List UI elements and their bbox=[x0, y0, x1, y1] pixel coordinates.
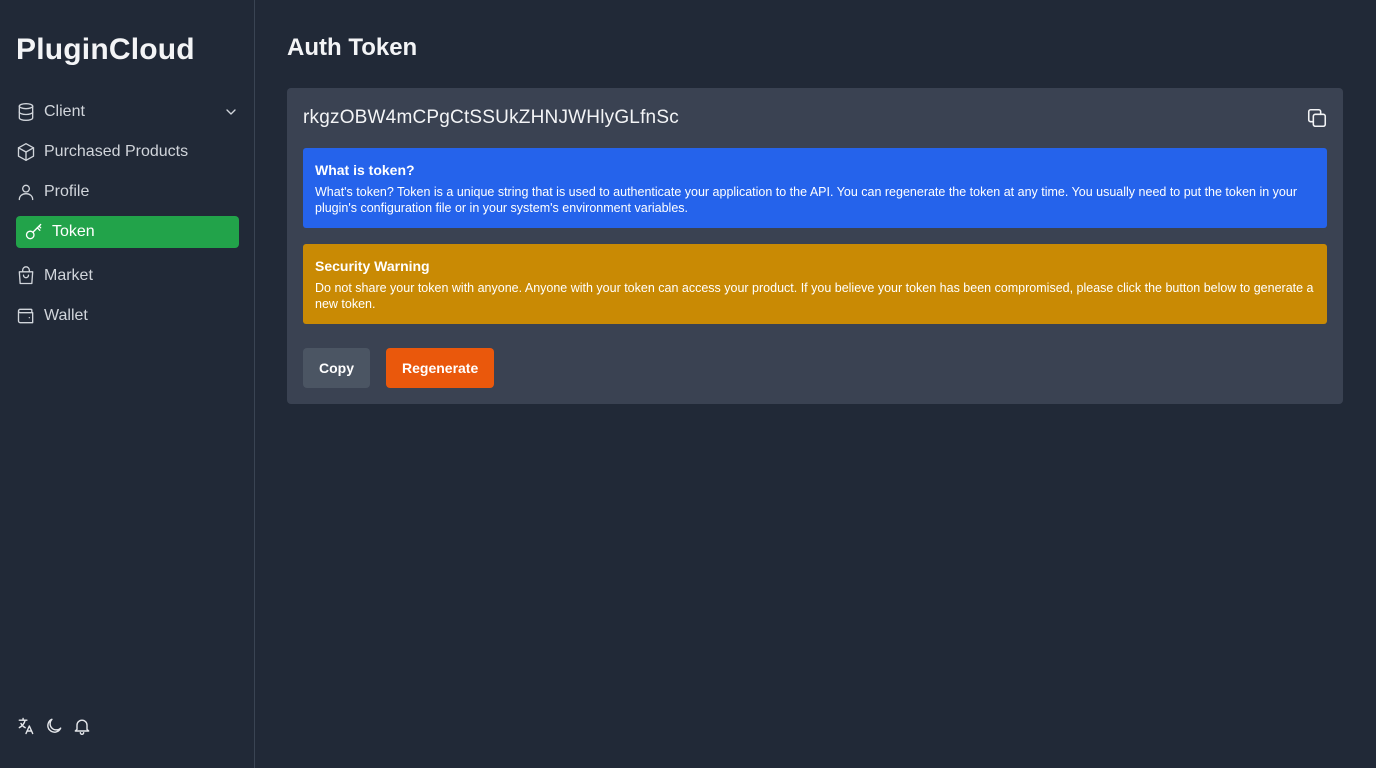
page-title: Auth Token bbox=[287, 34, 418, 61]
sidebar-item-label: Market bbox=[44, 267, 93, 284]
sidebar-item-token[interactable]: Token bbox=[16, 216, 239, 248]
app-title: PluginCloud bbox=[16, 33, 195, 66]
warning-alert-body: Do not share your token with anyone. Any… bbox=[315, 281, 1314, 311]
shopping-bag-icon bbox=[16, 266, 36, 286]
sidebar-item-label: Wallet bbox=[44, 307, 88, 324]
chevron-down-icon[interactable] bbox=[223, 104, 239, 120]
translate-icon[interactable] bbox=[16, 714, 36, 738]
sidebar-footer bbox=[16, 714, 92, 738]
info-alert-title: What is token? bbox=[315, 162, 415, 178]
info-alert: What is token? What's token? Token is a … bbox=[303, 148, 1327, 228]
token-value: rkgzOBW4mCPgCtSSUkZHNJWHlyGLfnSc bbox=[303, 107, 679, 128]
sidebar-item-label: Client bbox=[44, 103, 85, 120]
token-actions: Copy Regenerate bbox=[303, 348, 495, 388]
sidebar-item-purchased-products[interactable]: Purchased Products bbox=[16, 136, 239, 168]
sidebar-item-label: Token bbox=[52, 223, 95, 240]
sidebar-item-label: Profile bbox=[44, 183, 90, 200]
copy-button[interactable]: Copy bbox=[303, 348, 370, 388]
main-content: Auth Token rkgzOBW4mCPgCtSSUkZHNJWHlyGLf… bbox=[255, 0, 1376, 768]
moon-icon[interactable] bbox=[44, 714, 64, 738]
info-alert-body: What's token? Token is a unique string t… bbox=[315, 185, 1297, 215]
database-icon bbox=[16, 102, 36, 122]
key-icon bbox=[24, 222, 44, 242]
sidebar-item-label: Purchased Products bbox=[44, 143, 189, 160]
bell-icon[interactable] bbox=[72, 714, 92, 738]
sidebar-item-market[interactable]: Market bbox=[16, 260, 239, 292]
token-card: rkgzOBW4mCPgCtSSUkZHNJWHlyGLfnSc What is… bbox=[287, 88, 1343, 404]
sidebar-item-profile[interactable]: Profile bbox=[16, 176, 239, 208]
copy-icon[interactable] bbox=[1305, 106, 1329, 130]
sidebar: PluginCloud Client Purchased Products Pr… bbox=[0, 0, 255, 768]
security-warning-alert: Security Warning Do not share your token… bbox=[303, 244, 1327, 324]
package-icon bbox=[16, 142, 36, 162]
wallet-icon bbox=[16, 306, 36, 326]
user-icon bbox=[16, 182, 36, 202]
sidebar-item-client[interactable]: Client bbox=[16, 96, 239, 128]
sidebar-item-wallet[interactable]: Wallet bbox=[16, 300, 239, 332]
sidebar-nav: Client Purchased Products Profile Token … bbox=[16, 96, 239, 340]
app: PluginCloud Client Purchased Products Pr… bbox=[0, 0, 1376, 768]
warning-alert-title: Security Warning bbox=[315, 258, 430, 274]
regenerate-button[interactable]: Regenerate bbox=[386, 348, 495, 388]
